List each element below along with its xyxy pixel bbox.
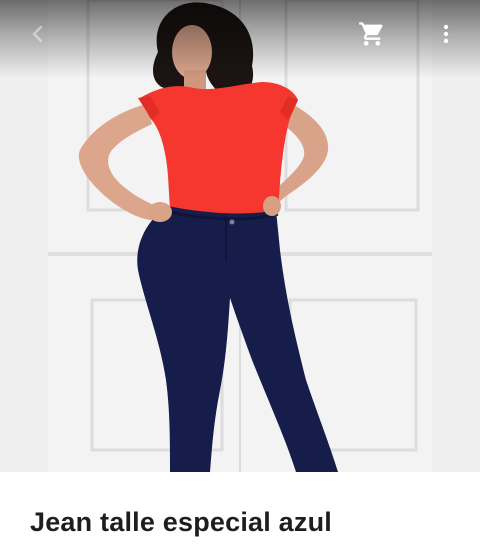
- product-info: Jean talle especial azul: [0, 472, 480, 556]
- product-title: Jean talle especial azul: [30, 507, 332, 537]
- more-vert-icon: [443, 24, 449, 44]
- shopping-cart-icon: [359, 22, 383, 46]
- product-image[interactable]: [0, 0, 480, 472]
- back-button[interactable]: [16, 12, 60, 56]
- arrow-back-icon: [32, 25, 43, 43]
- app-toolbar: [0, 0, 480, 78]
- cart-button[interactable]: [350, 12, 394, 56]
- more-options-button[interactable]: [424, 12, 468, 56]
